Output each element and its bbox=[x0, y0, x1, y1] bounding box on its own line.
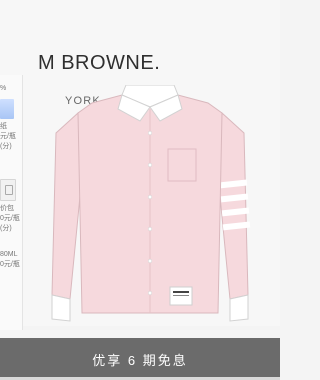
list-item-price: 0元/瓶 bbox=[0, 215, 20, 222]
list-item-text: 80ML bbox=[0, 251, 18, 258]
list-item-text: % bbox=[0, 85, 7, 92]
pink-oxford-shirt-image bbox=[51, 85, 251, 322]
brand-title: M BROWNE. bbox=[38, 52, 161, 74]
list-item-price: 元/瓶 bbox=[0, 133, 16, 140]
installment-promo-button[interactable]: 优享 6 期免息 bbox=[0, 338, 280, 380]
list-item-price: 0元/瓶 bbox=[0, 261, 20, 268]
product-thumbnail[interactable] bbox=[0, 99, 14, 119]
product-thumbnail[interactable] bbox=[0, 179, 16, 201]
list-item-text: (分) bbox=[0, 225, 12, 232]
left-product-list[interactable]: % 纸 元/瓶 (分) 价包 0元/瓶 (分) 80ML 0元/瓶 bbox=[0, 75, 23, 330]
list-item-text: 价包 bbox=[0, 205, 14, 212]
promo-text: 优享 6 期免息 bbox=[92, 352, 188, 368]
list-item-text: 纸 bbox=[0, 123, 7, 130]
list-item-text: (分) bbox=[0, 143, 12, 150]
